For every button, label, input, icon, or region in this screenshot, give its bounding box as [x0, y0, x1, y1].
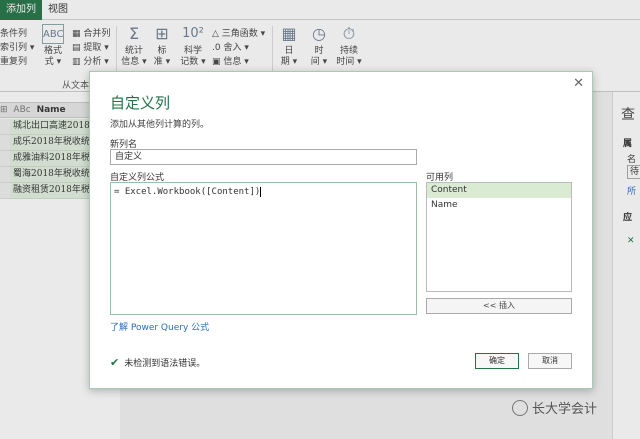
watermark-text: 长大学会计	[532, 402, 598, 417]
list-item[interactable]: Content	[427, 183, 571, 198]
ok-button[interactable]: 确定	[475, 353, 519, 369]
list-item[interactable]: Name	[427, 198, 571, 213]
formula-text: = Excel.Workbook([Content])	[114, 187, 261, 197]
syntax-status: ✔ 未检测到语法错误。	[110, 356, 205, 369]
new-column-name-input[interactable]: 自定义	[110, 149, 417, 165]
dialog-subtitle: 添加从其他列计算的列。	[110, 120, 210, 130]
custom-column-dialog: ✕ 自定义列 添加从其他列计算的列。 新列名 自定义 自定义列公式 = Exce…	[89, 71, 593, 389]
power-query-help-link[interactable]: 了解 Power Query 公式	[110, 320, 209, 333]
cancel-button[interactable]: 取消	[528, 353, 572, 369]
dialog-title: 自定义列	[110, 94, 171, 112]
formula-editor[interactable]: = Excel.Workbook([Content])​	[110, 182, 417, 315]
text-cursor: ​	[260, 187, 262, 197]
watermark: 长大学会计	[512, 398, 597, 418]
check-icon: ✔	[110, 356, 120, 369]
status-text: 未检测到语法错误。	[124, 359, 206, 369]
insert-button[interactable]: << 插入	[426, 298, 572, 314]
close-icon[interactable]: ✕	[573, 76, 584, 91]
available-columns-list: Content Name	[426, 182, 572, 292]
wechat-icon	[512, 399, 528, 416]
